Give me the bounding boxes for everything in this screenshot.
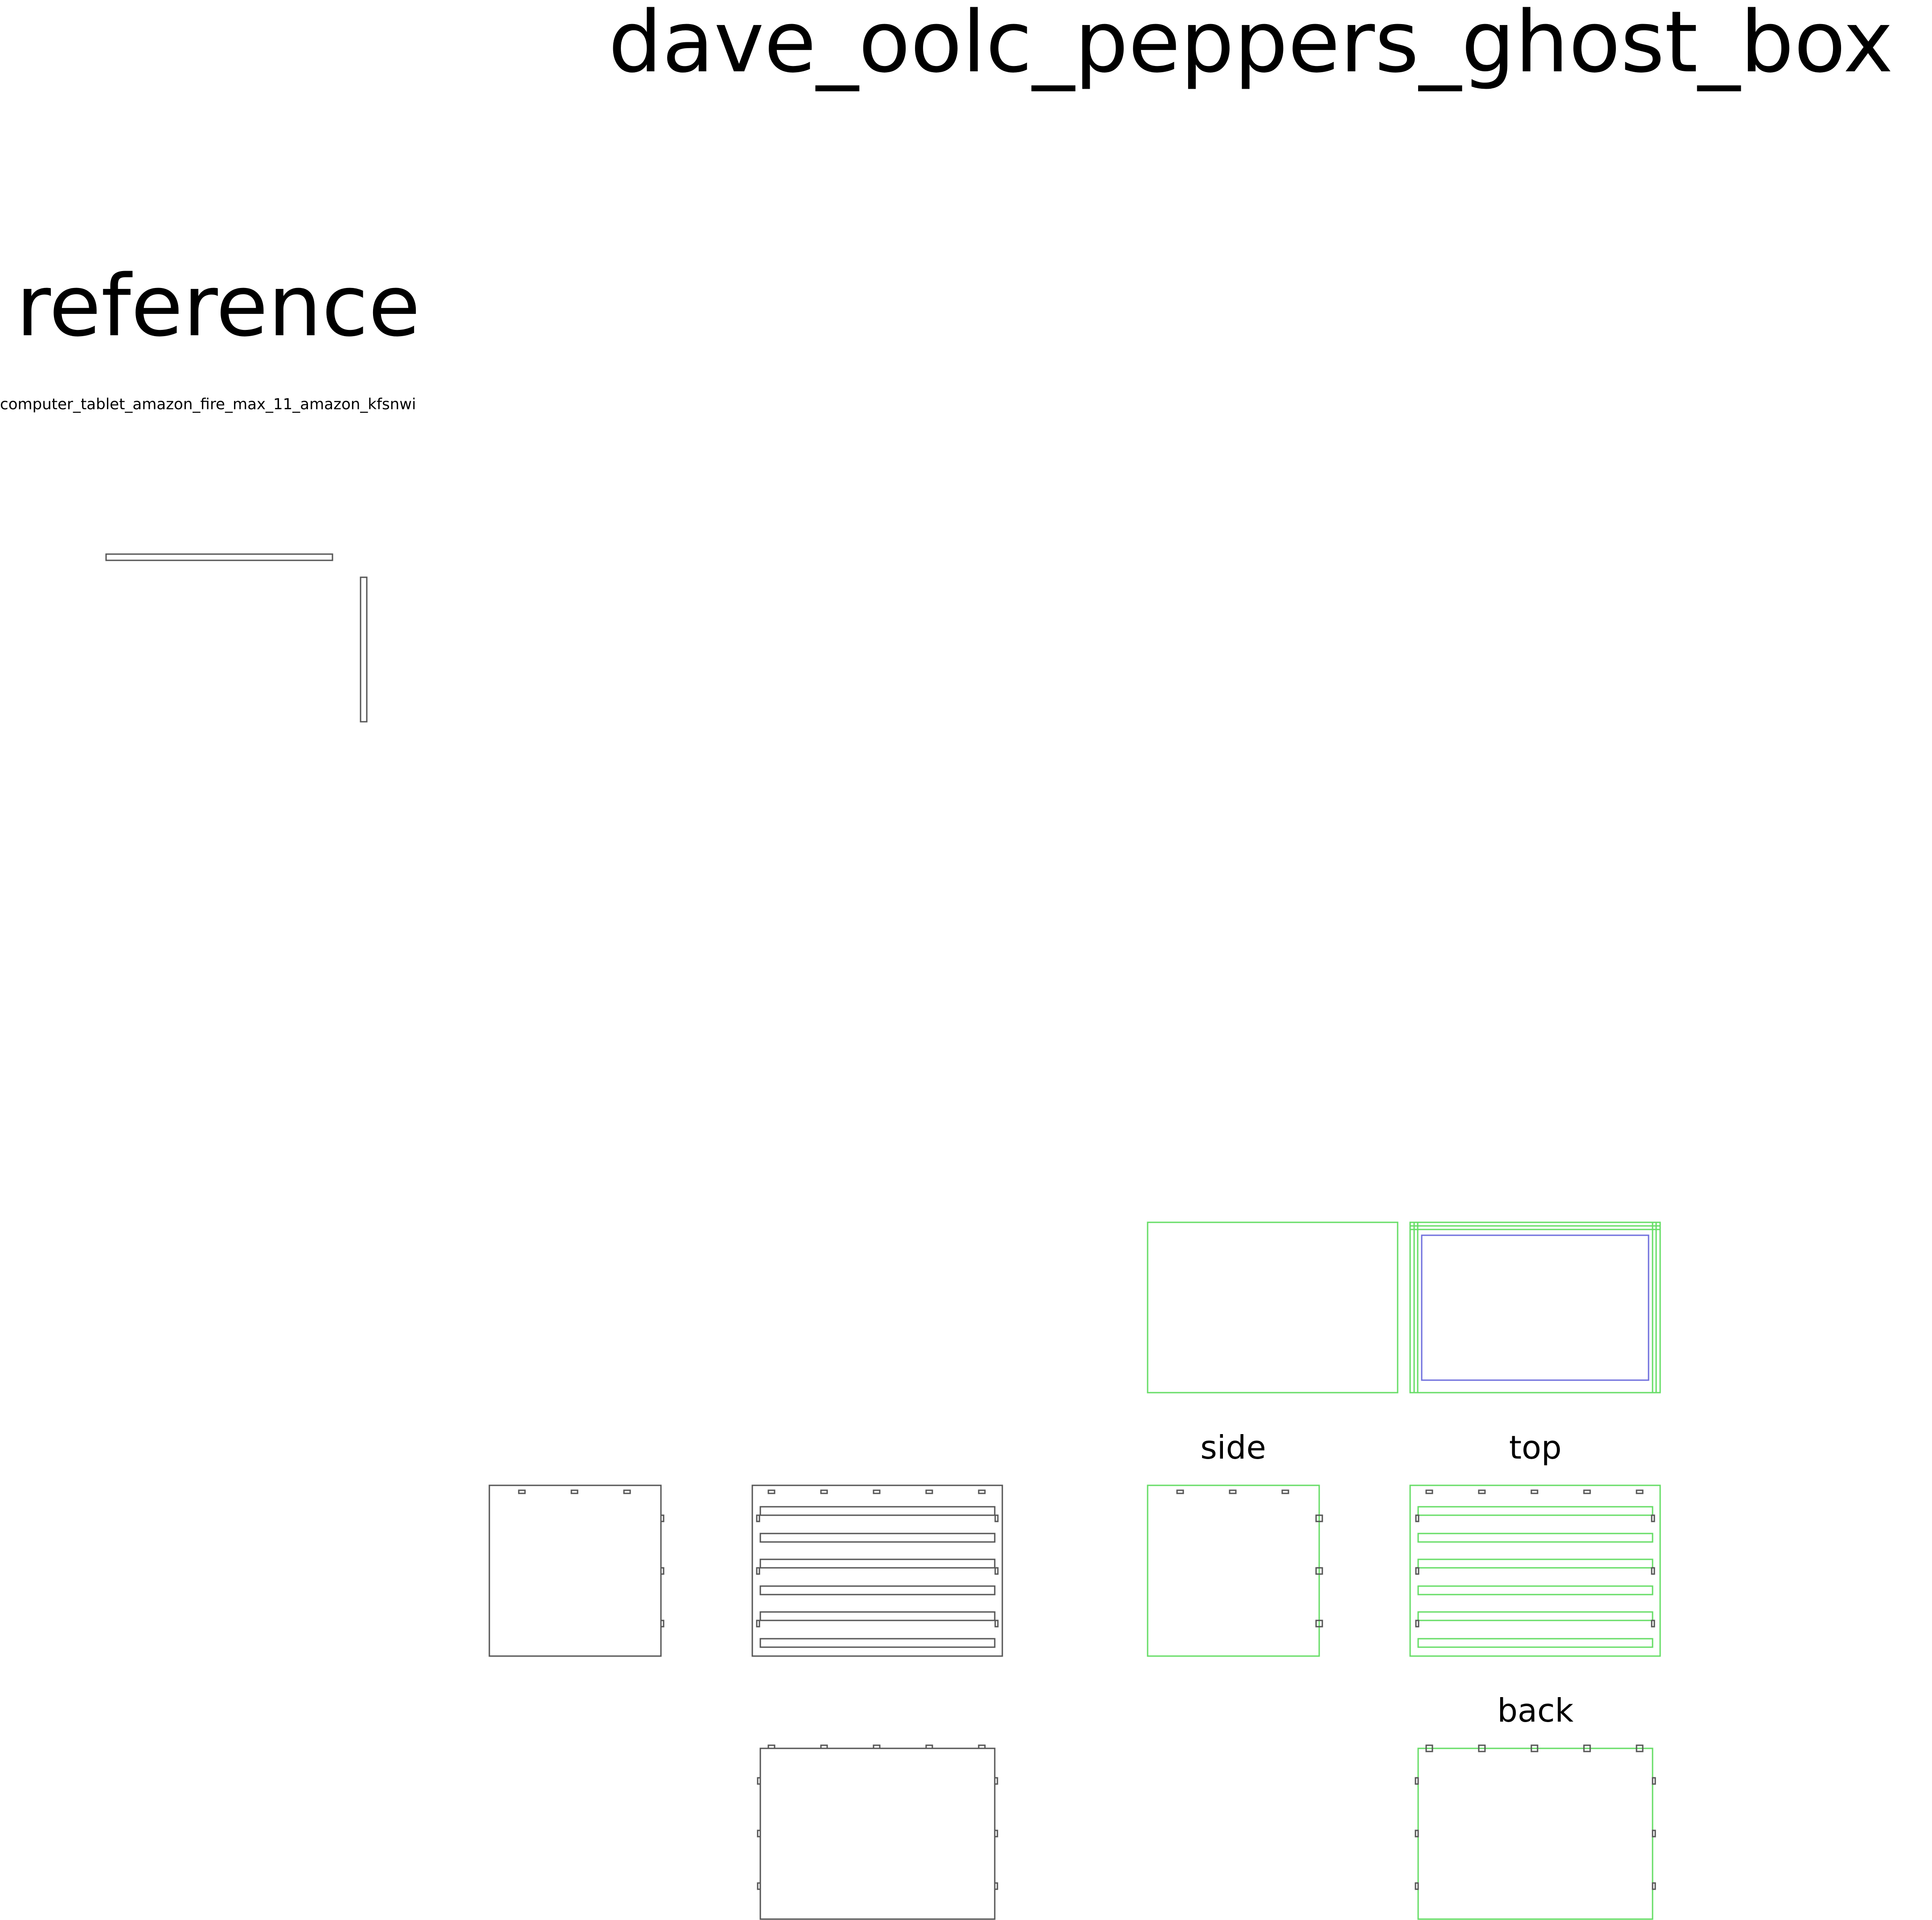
preview-top-panel [1409, 1484, 1661, 1657]
back-view-label: back [1497, 1692, 1573, 1729]
cut-side-panel [488, 1484, 665, 1657]
reference-item-label: computer_tablet_amazon_fire_max_11_amazo… [0, 395, 416, 413]
cut-back-panel [757, 1744, 998, 1920]
reference-tablet-side-view [360, 576, 368, 723]
preview-top-assembly [1409, 1221, 1661, 1394]
design-sheet: dave_oolc_peppers_ghost_box reference co… [0, 0, 1893, 1920]
reference-heading: reference [16, 257, 420, 355]
tablet-screen-outline [1421, 1234, 1649, 1381]
preview-front-panel [1147, 1221, 1399, 1394]
preview-back-panel [1415, 1744, 1656, 1920]
preview-side-panel [1147, 1484, 1323, 1657]
reference-tablet-top-view [105, 553, 333, 561]
cut-top-panel [751, 1484, 1003, 1657]
side-view-label: side [1200, 1429, 1266, 1466]
sheet-title: dave_oolc_peppers_ghost_box [608, 0, 1893, 91]
top-view-label: top [1509, 1429, 1562, 1466]
